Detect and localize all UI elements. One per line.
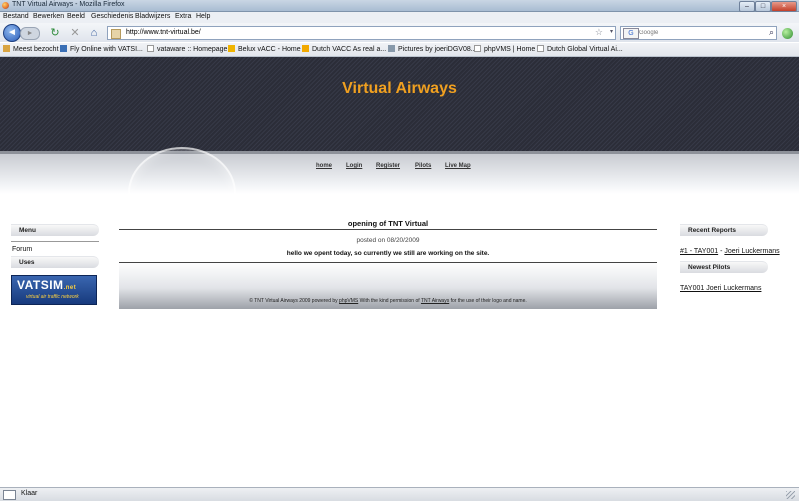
bookmark-page-icon xyxy=(474,45,481,52)
home-icon[interactable]: ⌂ xyxy=(88,27,100,39)
stop-icon[interactable]: ✕ xyxy=(69,27,81,39)
footer-text: © TNT Virtual Airways 2009 powered by ph… xyxy=(249,298,527,304)
window-title-bar: TNT Virtual Airways - Mozilla Firefox – … xyxy=(0,0,799,12)
bookmark-favicon-icon xyxy=(60,45,67,52)
url-text[interactable]: http://www.tnt-virtual.be/ xyxy=(126,29,201,36)
bookmark-folder-icon xyxy=(3,45,10,52)
status-text: Klaar xyxy=(21,490,38,497)
menu-bladwijzers[interactable]: Bladwijzers xyxy=(135,13,170,20)
bookmarks-toolbar: Meest bezocht Fly Online with VATSI... v… xyxy=(0,43,799,57)
url-dropdown-icon[interactable]: ▾ xyxy=(610,28,613,35)
navigation-toolbar: ◄ ► ↻ ✕ ⌂ http://www.tnt-virtual.be/ ☆ ▾… xyxy=(0,23,799,42)
site-title: Virtual Airways xyxy=(342,80,457,97)
search-engine-icon[interactable]: G xyxy=(623,28,639,39)
minimize-button[interactable]: – xyxy=(739,1,755,12)
menu-geschiedenis[interactable]: Geschiedenis xyxy=(91,13,133,20)
bookmark-page-icon xyxy=(537,45,544,52)
post-top-rule xyxy=(119,229,657,230)
addon-globe-icon[interactable] xyxy=(782,28,793,39)
status-page-icon xyxy=(3,490,16,500)
menu-heading: Menu xyxy=(11,224,99,236)
reload-icon[interactable]: ↻ xyxy=(49,27,61,39)
report-pilot-link[interactable]: Joeri Luckermans xyxy=(724,248,779,255)
nav-home-link[interactable]: home xyxy=(316,163,332,169)
recent-reports-heading: Recent Reports xyxy=(680,224,768,236)
vatsim-tagline: virtual air traffic network xyxy=(26,294,79,300)
vatsim-banner[interactable]: VATSIM.net virtual air traffic network xyxy=(11,275,97,305)
menu-bewerken[interactable]: Bewerken xyxy=(33,13,64,20)
nav-register-link[interactable]: Register xyxy=(376,163,400,169)
bookmark-star-icon[interactable]: ☆ xyxy=(595,27,603,38)
bookmark-page-icon xyxy=(147,45,154,52)
post-body: hello we opent today, so currently we st… xyxy=(286,250,490,257)
bookmark-item[interactable]: Pictures by joeriDGV08... xyxy=(388,45,477,53)
menu-divider xyxy=(11,241,99,242)
url-bar[interactable]: http://www.tnt-virtual.be/ ☆ ▾ xyxy=(107,26,616,40)
recent-report-entry: #1 - TAY001 - Joeri Luckermans xyxy=(680,248,780,255)
nav-pilots-link[interactable]: Pilots xyxy=(415,163,431,169)
menu-extra[interactable]: Extra xyxy=(175,13,191,20)
search-input[interactable] xyxy=(639,28,757,37)
maximize-button[interactable]: □ xyxy=(755,1,771,12)
firefox-icon xyxy=(2,2,9,9)
menu-bar: Bestand Bewerken Beeld Geschiedenis Blad… xyxy=(0,12,799,23)
search-magnifier-icon[interactable]: ⌕ xyxy=(769,27,774,38)
bookmark-item[interactable]: phpVMS | Home xyxy=(474,45,535,53)
bookmark-item[interactable]: Belux vACC - Home xyxy=(228,45,301,53)
site-favicon-icon xyxy=(111,29,121,39)
post-title: opening of TNT Virtual xyxy=(347,219,429,228)
post-meta: posted on 08/20/2009 xyxy=(356,237,420,244)
status-bar: Klaar xyxy=(0,487,799,501)
nav-livemap-link[interactable]: Live Map xyxy=(445,163,471,169)
forward-arrow-icon[interactable]: ► xyxy=(20,27,40,40)
window-title: TNT Virtual Airways - Mozilla Firefox xyxy=(12,1,125,8)
bookmark-item[interactable]: Dutch Global Virtual Ai... xyxy=(537,45,623,53)
bookmark-favicon-icon xyxy=(302,45,309,52)
newest-pilots-heading: Newest Pilots xyxy=(680,261,768,273)
close-button[interactable]: × xyxy=(771,1,797,12)
bookmark-item[interactable]: Dutch VACC As real a... xyxy=(302,45,386,53)
uses-heading: Uses xyxy=(11,256,99,268)
bookmark-favicon-icon xyxy=(388,45,395,52)
menu-help[interactable]: Help xyxy=(196,13,210,20)
resize-grip-icon[interactable] xyxy=(786,491,795,499)
site-header xyxy=(0,57,799,151)
menu-beeld[interactable]: Beeld xyxy=(67,13,85,20)
vatsim-logo-text: VATSIM.net xyxy=(17,278,77,292)
site-nav-band xyxy=(0,154,799,194)
back-arrow-icon[interactable]: ◄ xyxy=(3,24,21,42)
newest-pilot-link[interactable]: TAY001 Joeri Luckermans xyxy=(680,285,761,292)
menu-bestand[interactable]: Bestand xyxy=(3,13,29,20)
phpvms-link[interactable]: phpVMS xyxy=(339,298,358,304)
bookmark-item[interactable]: Meest bezocht xyxy=(3,45,59,53)
bookmark-item[interactable]: vataware :: Homepage xyxy=(147,45,227,53)
bookmark-item[interactable]: Fly Online with VATSI... xyxy=(60,45,143,53)
bookmark-favicon-icon xyxy=(228,45,235,52)
search-bar[interactable]: G ⌕ xyxy=(620,26,777,40)
forum-link[interactable]: Forum xyxy=(12,246,32,253)
post-bottom-rule xyxy=(119,262,657,263)
report-link[interactable]: #1 - TAY001 xyxy=(680,248,718,255)
tnt-airways-link[interactable]: TNT Airways xyxy=(421,298,449,304)
nav-login-link[interactable]: Login xyxy=(346,163,362,169)
